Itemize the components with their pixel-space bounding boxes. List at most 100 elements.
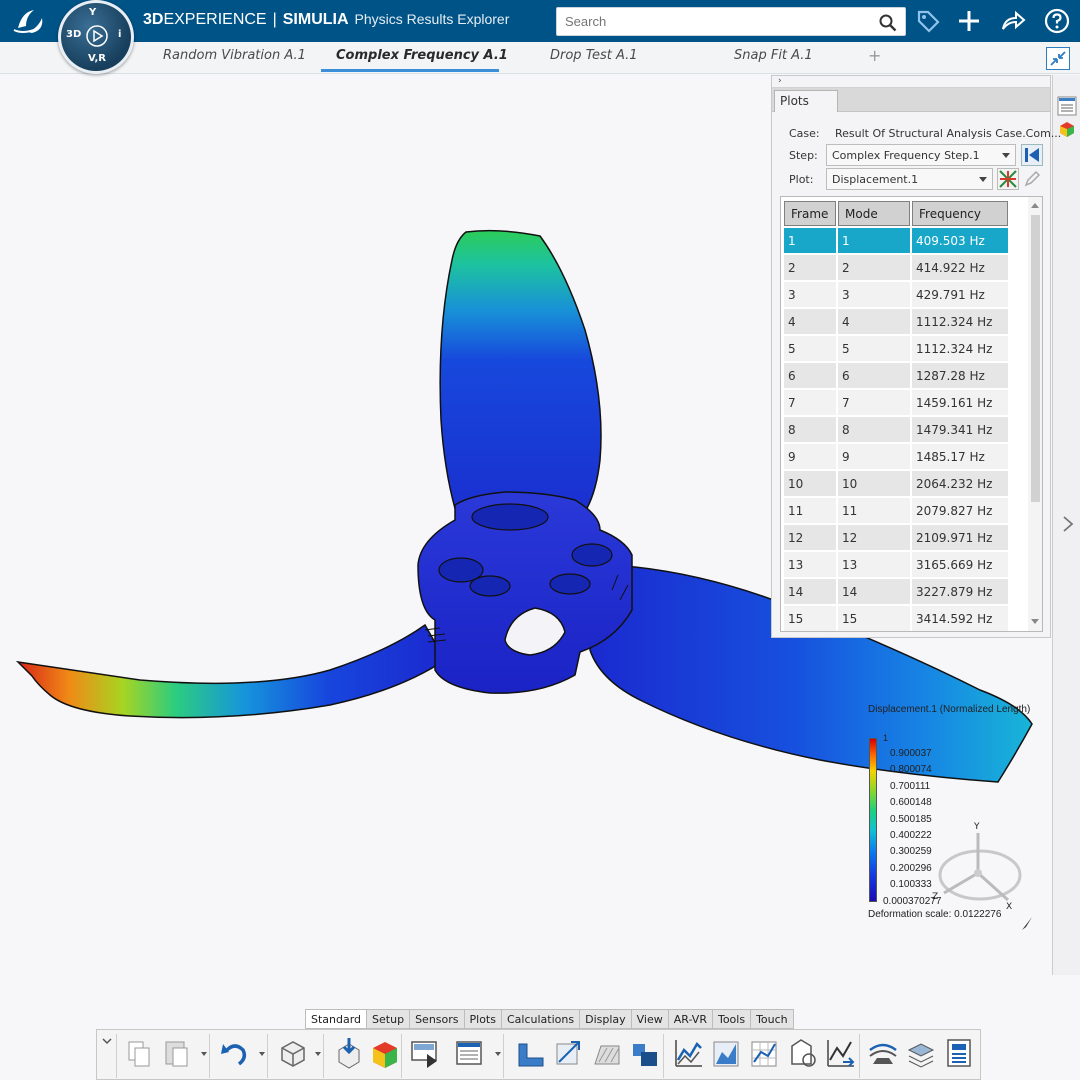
play-frame-icon[interactable] [409,1036,441,1072]
edit-pencil-icon[interactable] [1021,168,1043,190]
table-cell-frame: 13 [784,552,836,577]
toolbar-separator [663,1034,664,1078]
dropdown-arrow-icon[interactable] [315,1052,321,1056]
square-icon[interactable] [629,1036,661,1072]
table-row[interactable]: 2 2 414.922 Hz [784,255,1008,280]
probe-icon[interactable] [787,1036,819,1072]
table-cell-frame: 9 [784,444,836,469]
search-input[interactable] [557,8,857,35]
action-tab-plots[interactable]: Plots [464,1009,502,1029]
flow-icon[interactable] [867,1036,899,1072]
table-row[interactable]: 7 7 1459.161 Hz [784,390,1008,415]
scroll-up-icon[interactable] [1031,203,1039,208]
grid-chart-icon[interactable] [749,1036,781,1072]
table-cell-frequency: 1485.17 Hz [912,444,1008,469]
axis-label-z: Z [932,892,938,902]
table-cell-frequency: 1112.324 Hz [912,309,1008,334]
table-scrollbar[interactable] [1028,197,1042,631]
table-cell-frequency: 1479.341 Hz [912,417,1008,442]
table-row[interactable]: 11 11 2079.827 Hz [784,498,1008,523]
table-row[interactable]: 5 5 1112.324 Hz [784,336,1008,361]
dropdown-arrow-icon[interactable] [201,1052,207,1056]
axis-label-y: Y [973,822,980,832]
action-tab-setup[interactable]: Setup [367,1009,411,1029]
corner-icon[interactable] [515,1036,547,1072]
hatch-icon[interactable] [591,1036,623,1072]
tab-random-vibration[interactable]: Random Vibration A.1 [163,48,306,63]
scrollbar-thumb[interactable] [1031,215,1040,502]
action-tab-view[interactable]: View [631,1009,669,1029]
area-chart-icon[interactable] [711,1036,743,1072]
compass-label-bottom: V,R [88,53,106,64]
table-cell-frame: 4 [784,309,836,334]
table-row[interactable]: 1 1 409.503 Hz [784,228,1008,253]
legend-title: Displacement.1 (Normalized Length) [868,704,1031,715]
plot-select[interactable]: Displacement.1 [826,168,993,190]
tag-icon[interactable] [915,8,941,34]
chart-arrow-icon[interactable] [825,1036,857,1072]
plus-icon[interactable] [956,8,982,34]
legend-value: 0.200296 [890,862,932,874]
case-value: Result Of Structural Analysis Case.Com..… [835,127,1062,140]
table-row[interactable]: 4 4 1112.324 Hz [784,309,1008,334]
part-icon[interactable] [277,1036,309,1072]
table-row[interactable]: 8 8 1479.341 Hz [784,417,1008,442]
step-label: Step: [789,149,818,162]
layers-icon[interactable] [905,1036,937,1072]
table-row[interactable]: 9 9 1485.17 Hz [784,444,1008,469]
colored-part-icon[interactable] [369,1036,401,1072]
tab-snap-fit[interactable]: Snap Fit A.1 [734,48,813,63]
table-row[interactable]: 6 6 1287.28 Hz [784,363,1008,388]
undo-icon[interactable] [219,1036,251,1072]
paste-icon[interactable] [161,1036,193,1072]
table-row[interactable]: 13 13 3165.669 Hz [784,552,1008,577]
first-frame-icon[interactable] [1021,144,1043,166]
table-cell-mode: 1 [838,228,910,253]
column-header-mode[interactable]: Mode [838,201,910,226]
add-tab-button[interactable]: + [868,46,881,65]
panel-list-icon[interactable] [1056,95,1078,117]
table-cell-frequency: 409.503 Hz [912,228,1008,253]
scroll-down-icon[interactable] [1031,619,1039,624]
table-row[interactable]: 14 14 3227.879 Hz [784,579,1008,604]
line-chart-icon[interactable] [673,1036,705,1072]
plot-settings-icon[interactable] [997,168,1019,190]
column-header-frequency[interactable]: Frequency [912,201,1008,226]
table-cell-mode: 6 [838,363,910,388]
table-row[interactable]: 15 15 3414.592 Hz [784,606,1008,631]
share-icon[interactable] [1000,8,1026,34]
dropdown-arrow-icon[interactable] [259,1052,265,1056]
step-select[interactable]: Complex Frequency Step.1 [826,144,1016,166]
table-row[interactable]: 10 10 2064.232 Hz [784,471,1008,496]
action-tab-calculations[interactable]: Calculations [501,1009,581,1029]
action-tab-sensors[interactable]: Sensors [410,1009,465,1029]
search-icon[interactable] [879,14,897,32]
table-row[interactable]: 3 3 429.791 Hz [784,282,1008,307]
table-icon[interactable] [453,1036,485,1072]
help-icon[interactable] [1044,8,1070,34]
action-tab-ar-vr[interactable]: AR-VR [668,1009,713,1029]
chevron-down-icon[interactable] [101,1036,113,1046]
action-tab-tools[interactable]: Tools [712,1009,752,1029]
compass-button[interactable]: Y 3D i V,R [58,0,134,74]
table-row[interactable]: 12 12 2109.971 Hz [784,525,1008,550]
search-box[interactable] [556,7,906,36]
deform-icon[interactable] [553,1036,585,1072]
table-cell-frequency: 1112.324 Hz [912,336,1008,361]
panel-collapse-toggle[interactable]: › [772,76,1050,88]
legend-value: 0.800074 [890,764,932,776]
tab-plots[interactable]: Plots [774,90,838,112]
compass-label-right: i [118,29,122,40]
dropdown-arrow-icon[interactable] [495,1052,501,1056]
column-header-frame[interactable]: Frame [784,201,836,226]
import-icon[interactable] [333,1036,365,1072]
action-tab-standard[interactable]: Standard [305,1009,368,1029]
tab-complex-frequency[interactable]: Complex Frequency A.1 [336,48,508,63]
chevron-right-icon[interactable] [1062,515,1074,533]
tab-drop-test[interactable]: Drop Test A.1 [550,48,638,63]
action-tab-touch[interactable]: Touch [751,1009,794,1029]
collapse-button[interactable] [1046,47,1070,70]
sensor-icon[interactable] [943,1036,975,1072]
action-tab-display[interactable]: Display [580,1009,632,1029]
copy-icon[interactable] [123,1036,155,1072]
